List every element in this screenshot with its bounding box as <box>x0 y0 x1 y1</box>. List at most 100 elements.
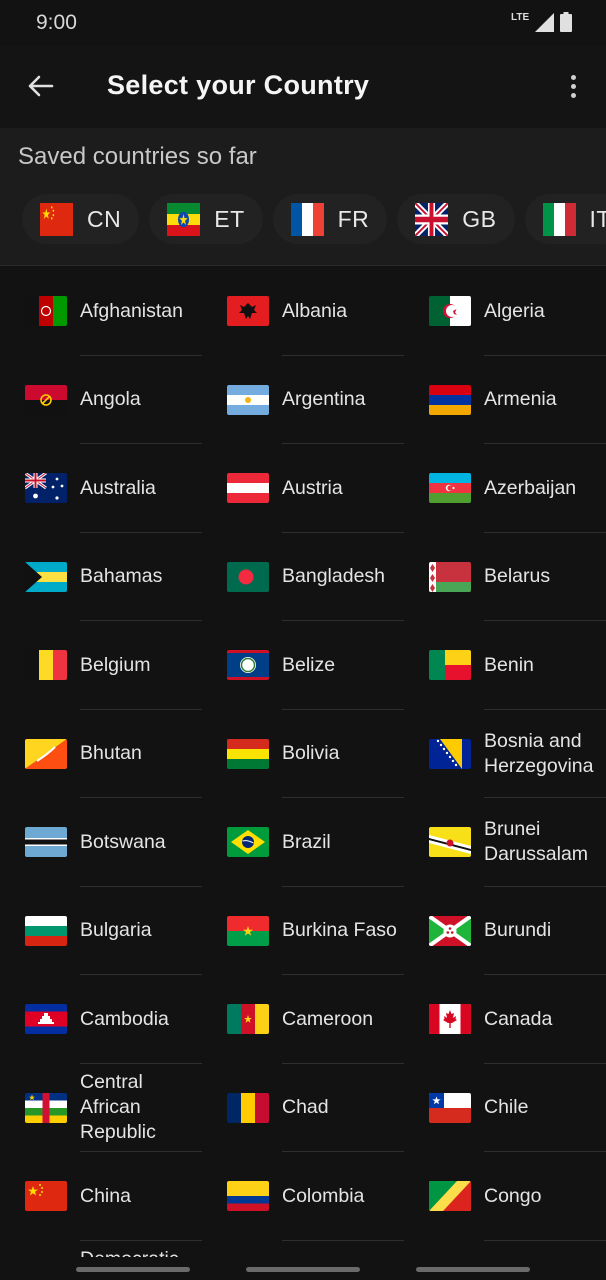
country-item[interactable]: Algeria <box>404 267 606 356</box>
country-item[interactable]: Benin <box>404 621 606 710</box>
flag-bj-graphic <box>429 650 471 680</box>
country-item[interactable]: Botswana <box>0 798 202 887</box>
country-item[interactable]: Bosnia and Herzegovina <box>404 710 606 798</box>
flag-kh-icon <box>25 1004 67 1034</box>
country-item[interactable]: Burundi <box>404 887 606 975</box>
flag-at-icon <box>227 473 269 503</box>
flag-fr-icon <box>290 202 324 236</box>
flag-by-icon <box>429 561 471 592</box>
country-item[interactable]: Austria <box>202 444 404 533</box>
country-item[interactable]: Bulgaria <box>0 887 202 975</box>
saved-country-chip-fr[interactable]: FR <box>272 194 388 244</box>
flag-bs-icon <box>25 561 67 592</box>
country-item[interactable] <box>202 1241 404 1258</box>
country-name: Armenia <box>484 388 557 410</box>
country-item[interactable]: Canada <box>404 975 606 1064</box>
flag-gb-graphic <box>413 199 450 239</box>
country-name: Afghanistan <box>80 299 183 322</box>
country-item[interactable]: Armenia <box>404 356 606 444</box>
country-item[interactable]: Bahamas <box>0 533 202 621</box>
flag-et-graphic <box>167 202 201 236</box>
country-item[interactable]: Brunei Darussalam <box>404 798 606 887</box>
country-item[interactable]: Azerbaijan <box>404 444 606 533</box>
country-name: Belize <box>282 653 336 676</box>
flag-ar-icon <box>227 384 269 415</box>
country-item[interactable]: Central African Republic <box>0 1064 202 1152</box>
country-name: Albania <box>282 299 348 322</box>
country-name: Brazil <box>282 830 331 853</box>
country-item[interactable]: Democratic <box>0 1241 202 1258</box>
flag-bd-icon <box>227 561 269 592</box>
country-name: Cameroon <box>282 1007 374 1030</box>
flag-az-graphic <box>429 473 471 503</box>
country-item[interactable]: Belgium <box>0 621 202 710</box>
country-item[interactable]: Burkina Faso <box>202 887 404 975</box>
flag-au-graphic <box>25 473 67 503</box>
country-item[interactable]: Belize <box>202 621 404 710</box>
status-time: 9:00 <box>36 11 77 34</box>
page-title: Select your Country <box>107 70 370 100</box>
country-item[interactable]: Afghanistan <box>0 267 202 356</box>
flag-br-icon <box>227 827 269 857</box>
saved-country-chip-cn[interactable]: CN <box>22 194 140 244</box>
flag-bf-icon <box>227 915 269 946</box>
flag-af-graphic <box>25 296 67 326</box>
country-item[interactable]: Chad <box>202 1064 404 1152</box>
country-item[interactable]: Cambodia <box>0 975 202 1064</box>
saved-country-code: ET <box>214 205 245 232</box>
flag-bo-icon <box>227 738 269 769</box>
nav-handle <box>246 1267 360 1272</box>
flag-dz-icon <box>429 296 471 326</box>
arrow-back-icon <box>28 75 54 97</box>
flag-cm-graphic <box>227 1004 269 1034</box>
flag-cn-graphic <box>40 202 73 236</box>
flag-be-icon <box>25 650 67 680</box>
flag-bt-graphic <box>25 738 67 769</box>
saved-country-chip-et[interactable]: ET <box>149 194 263 244</box>
country-item[interactable]: Cameroon <box>202 975 404 1064</box>
flag-it-graphic <box>542 202 576 236</box>
country-item[interactable]: Albania <box>202 267 404 356</box>
flag-cm-icon <box>227 1004 269 1034</box>
country-name <box>484 1241 606 1258</box>
country-item[interactable]: Colombia <box>202 1152 404 1241</box>
country-name: Colombia <box>282 1184 365 1207</box>
country-item[interactable]: Bangladesh <box>202 533 404 621</box>
country-name: Benin <box>484 653 534 676</box>
country-item[interactable]: Congo <box>404 1152 606 1241</box>
flag-am-icon <box>429 384 471 415</box>
country-item[interactable]: Argentina <box>202 356 404 444</box>
saved-country-chip-gb[interactable]: GB <box>397 194 515 244</box>
flag-af-icon <box>25 296 67 326</box>
signal-icon <box>535 13 554 32</box>
more-dot-icon <box>570 92 576 98</box>
country-name: Bulgaria <box>80 919 152 941</box>
country-item[interactable]: Belarus <box>404 533 606 621</box>
flag-bg-icon <box>25 915 67 946</box>
country-item[interactable] <box>404 1241 606 1258</box>
country-name: Argentina <box>282 388 366 410</box>
flag-co-graphic <box>227 1181 269 1211</box>
nav-handle <box>76 1267 190 1272</box>
country-name: Azerbaijan <box>484 476 577 499</box>
country-name: Austria <box>282 476 343 499</box>
status-bar: 9:00 LTE <box>0 0 606 46</box>
country-item[interactable]: Brazil <box>202 798 404 887</box>
country-item[interactable]: Chile <box>404 1064 606 1152</box>
flag-am-graphic <box>429 384 471 415</box>
country-item[interactable]: Bhutan <box>0 710 202 798</box>
flag-cl-icon <box>429 1092 471 1123</box>
flag-bi-graphic <box>429 915 471 946</box>
flag-az-icon <box>429 473 471 503</box>
saved-country-code: GB <box>462 205 497 232</box>
country-item[interactable]: Angola <box>0 356 202 444</box>
back-button[interactable] <box>22 68 58 104</box>
country-name: Burundi <box>484 919 552 941</box>
more-options-button[interactable] <box>558 68 588 104</box>
saved-country-chip-it[interactable]: IT <box>524 194 606 244</box>
flag-bd-graphic <box>227 561 269 592</box>
country-item[interactable]: China <box>0 1152 202 1241</box>
country-item[interactable]: Bolivia <box>202 710 404 798</box>
flag-fr-graphic <box>290 202 324 236</box>
country-item[interactable]: Australia <box>0 444 202 533</box>
